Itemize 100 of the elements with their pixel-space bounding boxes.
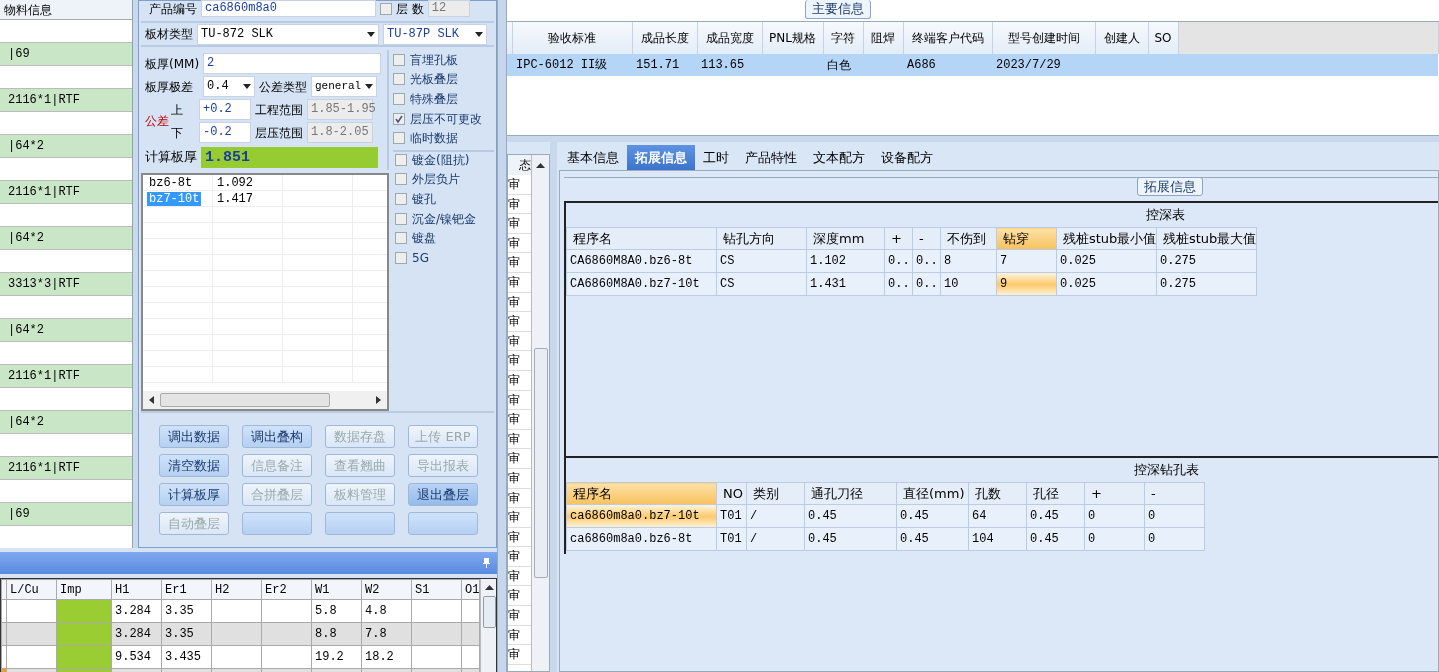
scrollbar[interactable] xyxy=(143,391,387,409)
scrollbar[interactable] xyxy=(531,155,549,671)
field-label: 层压范围 xyxy=(255,124,303,142)
action-button[interactable]: 计算板厚 xyxy=(159,483,229,506)
column-header: L/Cu xyxy=(6,579,57,600)
checkbox[interactable] xyxy=(380,2,392,15)
table-row[interactable]: IPC-6012 II级 151.71 113.65 白色 A686 2023/7/29 xyxy=(507,54,1438,76)
checkbox-label: 5G xyxy=(412,249,429,267)
checkbox[interactable] xyxy=(393,73,405,86)
column-header[interactable]: 直径(mm) xyxy=(896,482,969,505)
checkbox[interactable] xyxy=(393,132,405,145)
checkbox[interactable] xyxy=(393,112,405,125)
checkbox-label: 盲埋孔板 xyxy=(410,51,458,69)
column-header[interactable]: 程序名 xyxy=(566,482,717,505)
check-icon xyxy=(394,113,404,124)
table-cell: 18.2 xyxy=(361,645,412,669)
column-header: W2 xyxy=(361,579,412,600)
table-row[interactable]: 2116*1|RTF xyxy=(0,181,132,204)
column-header[interactable]: 通孔刀径 xyxy=(804,482,897,505)
caret-icon[interactable] xyxy=(367,31,375,37)
checkbox[interactable] xyxy=(395,173,407,186)
column-header[interactable]: - xyxy=(1144,482,1205,505)
caret-icon[interactable] xyxy=(475,31,483,37)
checkbox[interactable] xyxy=(393,93,405,105)
column-header[interactable]: 残桩stub最小值 xyxy=(1056,227,1157,250)
product-number-field[interactable]: ca6860m8a0 xyxy=(201,0,376,17)
pin-icon[interactable] xyxy=(482,558,491,568)
arrow-left-icon[interactable] xyxy=(149,396,154,404)
table-row[interactable]: 3313*3|RTF xyxy=(0,273,132,296)
column-header[interactable]: 钻穿 xyxy=(996,227,1057,250)
arrow-right-icon[interactable] xyxy=(376,396,381,404)
table-row[interactable]: 2116*1|RTF xyxy=(0,457,132,480)
checkbox[interactable] xyxy=(395,212,407,225)
arrow-up-icon[interactable] xyxy=(484,585,494,590)
column-header[interactable]: 钻孔方向 xyxy=(716,227,807,250)
tab[interactable]: 基本信息 xyxy=(559,145,627,170)
action-button[interactable] xyxy=(408,512,478,535)
action-button[interactable]: 清空数据 xyxy=(159,454,229,477)
table-row[interactable]: |64*2 xyxy=(0,319,132,342)
list-cell: 1.417 xyxy=(217,192,253,206)
tolerance-field[interactable]: -0.2 xyxy=(199,122,251,143)
action-button[interactable]: 退出叠层 xyxy=(408,483,478,506)
checkbox-label: 镀金(阻抗) xyxy=(412,151,470,169)
table-cell: 3.284 xyxy=(111,622,162,646)
column-header[interactable]: 不伤到 xyxy=(940,227,997,250)
column-header: Imp xyxy=(56,579,112,600)
scrollbar[interactable] xyxy=(480,579,496,672)
checkbox-label: 临时数据 xyxy=(410,130,458,148)
table-row[interactable]: |69 xyxy=(0,503,132,526)
caret-icon[interactable] xyxy=(243,84,251,89)
table-cell: CA6860M8A0.bz7-10t xyxy=(566,272,717,296)
tab[interactable]: 设备配方 xyxy=(873,145,941,170)
column-header[interactable]: 类别 xyxy=(746,482,805,505)
action-button[interactable]: 调出叠构 xyxy=(242,425,312,448)
tolerance-type-select[interactable]: general xyxy=(311,76,377,97)
column-header: S1 xyxy=(411,579,462,600)
table-cell: CA6860M8A0.bz6-8t xyxy=(566,249,717,273)
column-header[interactable]: NO xyxy=(716,482,747,505)
board-type-select[interactable]: TU-872 SLK xyxy=(197,23,379,45)
column-header: PNL规格 xyxy=(762,22,823,54)
column-header[interactable]: + xyxy=(884,227,913,250)
table-cell: 8.8 xyxy=(311,622,362,646)
checkbox[interactable] xyxy=(395,193,407,205)
range-field: 1.85-1.95 xyxy=(307,99,373,120)
thickness-field[interactable]: 2 xyxy=(203,53,381,74)
column-header[interactable]: 孔径 xyxy=(1026,482,1085,505)
layers-field[interactable]: 12 xyxy=(427,0,470,17)
table-row[interactable]: |64*2 xyxy=(0,411,132,434)
checkbox[interactable] xyxy=(395,251,407,264)
tab[interactable]: 产品特性 xyxy=(737,145,805,170)
column-header[interactable]: - xyxy=(912,227,941,250)
arrow-up-icon[interactable] xyxy=(536,163,545,168)
table-row[interactable]: |69 xyxy=(0,43,132,66)
checkbox[interactable] xyxy=(395,232,407,245)
table-row[interactable]: |64*2 xyxy=(0,227,132,250)
caret-icon[interactable] xyxy=(365,84,373,89)
group-title: 拓展信息 xyxy=(1137,177,1203,196)
checkbox[interactable] xyxy=(395,153,407,166)
board-type-select[interactable]: TU-87P SLK xyxy=(383,23,487,45)
action-button[interactable]: 调出数据 xyxy=(159,425,229,448)
column-header[interactable]: 孔数 xyxy=(968,482,1027,505)
range-select[interactable]: 0.4 xyxy=(203,76,255,97)
group-title: 主要信息 xyxy=(805,0,871,19)
table-row[interactable]: 2116*1|RTF xyxy=(0,89,132,112)
column-header[interactable]: 程序名 xyxy=(566,227,717,250)
table-row[interactable]: |64*2 xyxy=(0,135,132,158)
tab[interactable]: 文本配方 xyxy=(805,145,873,170)
action-button[interactable] xyxy=(325,512,395,535)
field-label: 公差类型 xyxy=(259,78,307,96)
table-row[interactable]: 2116*1|RTF xyxy=(0,365,132,388)
tab[interactable]: 拓展信息 xyxy=(627,145,695,170)
column-header[interactable]: + xyxy=(1084,482,1145,505)
action-button[interactable] xyxy=(242,512,312,535)
column-header[interactable]: 深度mm xyxy=(806,227,885,250)
list-item[interactable]: bz6-8t xyxy=(147,176,195,190)
checkbox[interactable] xyxy=(393,53,405,66)
column-header[interactable]: 残桩stub最大值 xyxy=(1156,227,1257,250)
tolerance-field[interactable]: +0.2 xyxy=(199,99,251,120)
column-header: 成品宽度 xyxy=(697,22,762,54)
tab[interactable]: 工时 xyxy=(695,145,737,170)
